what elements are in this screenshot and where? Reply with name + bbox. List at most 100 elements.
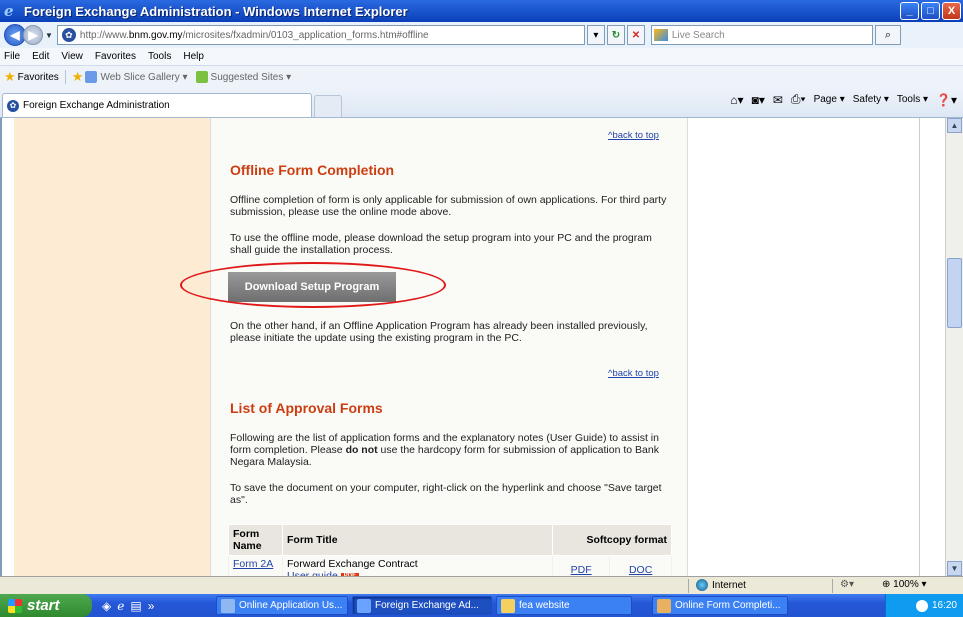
web-slice-icon — [85, 71, 98, 83]
main-content-column — [210, 118, 688, 576]
url-prefix: http://www. — [79, 29, 129, 41]
new-tab-button[interactable] — [314, 95, 342, 117]
tab-favicon-icon: ✿ — [7, 99, 19, 112]
refresh-icon[interactable]: ↻ — [606, 25, 625, 45]
protected-mode-icon[interactable]: ⚙▾ — [840, 579, 854, 590]
menu-tools[interactable]: Tools — [148, 51, 171, 62]
window-icon — [221, 598, 235, 613]
offline-heading: Offline Form Completion — [230, 162, 395, 178]
menu-view[interactable]: View — [61, 51, 83, 62]
close-button[interactable]: X — [942, 2, 961, 20]
start-label: start — [27, 597, 60, 614]
table-header-row: Form Name Form Title Softcopy format — [228, 524, 672, 556]
favorites-star-icon[interactable]: ★ — [4, 69, 16, 85]
globe-icon — [696, 579, 708, 591]
address-toolbar: ◀ ▶ ▼ ✿ http://www. bnm.gov.my/microsites… — [0, 22, 963, 48]
list-para-emphasis: do not — [345, 444, 378, 456]
menu-bar: File Edit View Favorites Tools Help — [0, 48, 963, 66]
scroll-thumb[interactable] — [947, 258, 962, 328]
offline-paragraph-2: To use the offline mode, please download… — [230, 232, 652, 256]
mail-icon[interactable]: ✉ — [773, 93, 783, 107]
scroll-up-icon[interactable]: ▲ — [947, 118, 962, 133]
minimize-button[interactable]: _ — [900, 2, 919, 20]
taskbar-item-foreign-exchange[interactable]: Foreign Exchange Ad... — [352, 596, 492, 615]
menu-edit[interactable]: Edit — [32, 51, 49, 62]
menu-favorites[interactable]: Favorites — [95, 51, 136, 62]
forward-button[interactable]: ▶ — [23, 25, 43, 45]
right-sidebar — [688, 118, 920, 576]
ie-icon — [357, 598, 371, 613]
web-slice-label: Web Slice Gallery ▾ — [100, 71, 188, 83]
windows-flag-icon — [8, 598, 22, 613]
window-title: Foreign Exchange Administration - Window… — [24, 3, 408, 19]
search-input[interactable]: Live Search — [650, 25, 873, 45]
form-title: Forward Exchange Contract — [287, 558, 418, 570]
taskbar-item-online-form[interactable]: Online Form Completi... — [652, 596, 788, 615]
zoom-level[interactable]: ⊕ 100% ▾ — [882, 579, 927, 590]
favorites-button[interactable]: Favorites — [18, 72, 59, 83]
zoom-value: 100% — [893, 579, 919, 590]
back-to-top-link[interactable]: ^back to top — [608, 130, 659, 141]
list-heading: List of Approval Forms — [230, 400, 383, 416]
taskbar-label: fea website — [519, 600, 570, 611]
suggested-sites-link[interactable]: Suggested Sites ▾ — [195, 71, 291, 83]
safety-menu[interactable]: Safety ▾ — [853, 94, 889, 105]
explorer-quicklaunch-icon[interactable]: ▤ — [130, 599, 141, 613]
ie-quicklaunch-icon[interactable]: ℯ — [117, 599, 124, 613]
form-2a-link[interactable]: Form 2A — [233, 558, 273, 570]
menu-help[interactable]: Help — [183, 51, 204, 62]
back-to-top-link-2[interactable]: ^back to top — [608, 368, 659, 379]
divider — [64, 70, 66, 84]
url-path: /microsites/fxadmin/0103_application_for… — [182, 29, 429, 41]
taskbar-label: Online Application Us... — [239, 600, 343, 611]
divider — [688, 579, 689, 593]
quick-launch: ◈ ℯ ▤ » — [102, 599, 212, 613]
tools-menu[interactable]: Tools ▾ — [897, 94, 928, 105]
scroll-down-icon[interactable]: ▼ — [947, 561, 962, 576]
web-page-viewport: ▲ ▼ ^back to top Offline Form Completion… — [0, 118, 963, 585]
start-button[interactable]: start — [0, 594, 92, 617]
search-placeholder: Live Search — [671, 29, 725, 41]
taskbar-label: Foreign Exchange Ad... — [375, 600, 479, 611]
live-search-icon — [653, 29, 668, 41]
vertical-scrollbar[interactable]: ▲ ▼ — [945, 118, 963, 576]
address-dropdown-icon[interactable]: ▾ — [586, 25, 605, 45]
suggested-sites-icon — [195, 71, 208, 83]
menu-file[interactable]: File — [4, 51, 20, 62]
show-desktop-icon[interactable]: ◈ — [102, 599, 111, 613]
maximize-button[interactable]: □ — [921, 2, 940, 20]
web-slice-gallery-link[interactable]: Web Slice Gallery ▾ — [85, 71, 188, 83]
windows-taskbar: start ◈ ℯ ▤ » Online Application Us... F… — [0, 594, 963, 617]
home-icon[interactable]: ⌂▾ — [730, 93, 743, 107]
tab-label: Foreign Exchange Administration — [23, 100, 170, 111]
ie-logo-icon: e — [4, 2, 14, 20]
search-icon[interactable]: ⌕ — [874, 25, 901, 45]
tab-foreign-exchange[interactable]: ✿ Foreign Exchange Administration — [2, 93, 312, 117]
doc-link[interactable]: DOC — [629, 564, 652, 576]
page-menu[interactable]: Page ▾ — [814, 94, 845, 105]
site-favicon-icon: ✿ — [61, 28, 76, 42]
more-quicklaunch-icon[interactable]: » — [148, 599, 155, 613]
clock[interactable]: 16:20 — [932, 600, 957, 611]
feeds-icon[interactable]: ◙▾ — [752, 93, 765, 107]
offline-paragraph-1: Offline completion of form is only appli… — [230, 194, 667, 218]
add-favorite-icon[interactable]: ★ — [72, 69, 84, 85]
system-tray: 16:20 — [885, 594, 963, 617]
stop-icon[interactable]: ✕ — [626, 25, 645, 45]
history-dropdown-icon[interactable]: ▼ — [45, 31, 53, 40]
taskbar-label: Online Form Completi... — [675, 600, 781, 611]
help-icon[interactable]: ❓▾ — [936, 93, 957, 107]
folder-icon — [501, 598, 515, 613]
pdf-link[interactable]: PDF — [571, 564, 592, 576]
taskbar-item-online-application[interactable]: Online Application Us... — [216, 596, 348, 615]
status-bar: Internet ⚙▾ ⊕ 100% ▾ — [0, 576, 963, 594]
address-input[interactable]: ✿ http://www. bnm.gov.my/microsites/fxadm… — [56, 25, 585, 45]
network-icon[interactable] — [915, 599, 928, 612]
window-titlebar: e Foreign Exchange Administration - Wind… — [0, 0, 963, 22]
command-bar: ⌂▾ ◙▾ ✉ ⎙▾ Page ▾ Safety ▾ Tools ▾ ❓▾ — [730, 92, 957, 107]
taskbar-item-fea-website[interactable]: fea website — [496, 596, 632, 615]
print-icon[interactable]: ⎙▾ — [791, 92, 806, 107]
window-controls: _ □ X — [900, 2, 961, 20]
favorites-bar: ★ Favorites ★ Web Slice Gallery ▾ Sugges… — [0, 66, 963, 88]
left-sidebar — [14, 118, 210, 576]
